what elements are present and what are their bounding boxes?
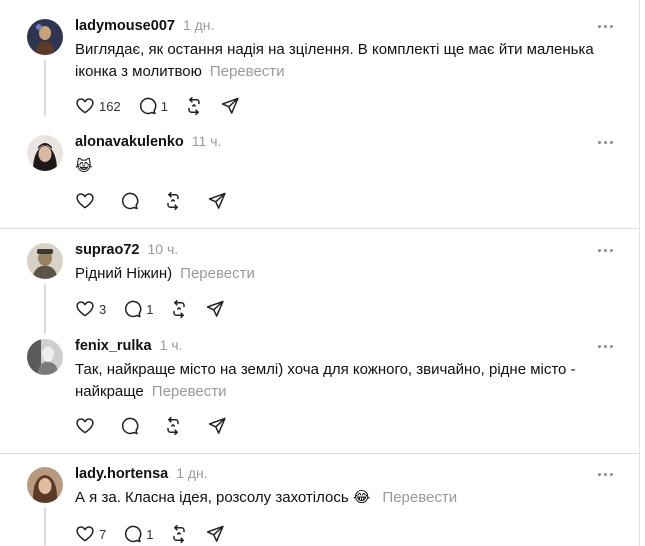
share-button[interactable] xyxy=(205,524,225,544)
post-body: Виглядає, як остання надія на зцілення. … xyxy=(75,41,594,80)
more-icon[interactable] xyxy=(598,245,616,255)
repost-icon xyxy=(173,299,186,319)
heart-icon xyxy=(76,418,94,434)
repost-button[interactable] xyxy=(169,524,189,544)
share-button[interactable] xyxy=(205,299,225,319)
timestamp[interactable]: 1 дн. xyxy=(176,465,207,481)
heart-icon xyxy=(76,526,94,542)
username[interactable]: lady.hortensa xyxy=(75,466,168,482)
post-text: Так, найкраще місто на землі) хоча для к… xyxy=(75,359,595,403)
share-icon xyxy=(221,97,239,114)
reply-button[interactable]: 1 xyxy=(137,96,168,116)
more-icon[interactable] xyxy=(598,137,616,147)
reply-button[interactable]: 1 xyxy=(122,524,153,544)
reply-count: 1 xyxy=(160,98,168,114)
thread-line xyxy=(44,508,46,546)
timestamp[interactable]: 1 ч. xyxy=(160,337,183,353)
thread-line xyxy=(44,284,46,334)
like-count: 7 xyxy=(99,526,107,542)
heart-icon xyxy=(76,301,94,317)
comment-icon xyxy=(125,300,142,318)
reply-count: 1 xyxy=(146,526,154,542)
thread-line xyxy=(44,60,46,116)
avatar[interactable] xyxy=(27,467,63,503)
repost-button[interactable] xyxy=(169,299,189,319)
repost-icon xyxy=(167,191,179,211)
repost-button[interactable] xyxy=(163,191,183,211)
comment-icon xyxy=(121,192,139,210)
comment-icon xyxy=(139,97,157,115)
translate-link[interactable]: Перевести xyxy=(382,489,457,506)
post-header: alonavakulenko 11 ч. xyxy=(75,133,221,153)
username[interactable]: alonavakulenko xyxy=(75,134,184,150)
reply-count: 1 xyxy=(146,301,154,317)
thread-divider xyxy=(0,453,640,454)
action-bar xyxy=(75,189,243,213)
action-bar: 162 1 xyxy=(75,94,256,118)
more-icon[interactable] xyxy=(598,21,616,31)
post-body: Так, найкраще місто на землі) хоча для к… xyxy=(75,361,576,400)
post-header: ladymouse007 1 дн. xyxy=(75,17,214,37)
more-icon[interactable] xyxy=(598,341,616,351)
share-icon xyxy=(208,417,226,434)
reply-button[interactable] xyxy=(119,416,139,436)
post-text: Рідний Ніжин) Перевести xyxy=(75,263,620,285)
like-button[interactable]: 3 xyxy=(75,299,106,319)
avatar[interactable] xyxy=(27,243,63,279)
repost-button[interactable] xyxy=(184,96,204,116)
thread-divider xyxy=(0,228,640,229)
post-header: fenix_rulka 1 ч. xyxy=(75,337,182,357)
username[interactable]: suprao72 xyxy=(75,242,139,258)
post-body: 😹 xyxy=(75,157,93,175)
heart-icon xyxy=(76,193,94,209)
username[interactable]: ladymouse007 xyxy=(75,18,175,34)
translate-link[interactable]: Перевести xyxy=(210,63,285,80)
comment-icon xyxy=(125,525,142,543)
share-icon xyxy=(207,300,225,317)
share-button[interactable] xyxy=(207,416,227,436)
timestamp[interactable]: 1 дн. xyxy=(183,17,214,33)
timestamp[interactable]: 11 ч. xyxy=(192,133,222,149)
translate-link[interactable]: Перевести xyxy=(152,383,227,400)
like-button[interactable] xyxy=(75,191,95,211)
post-body: Рідний Ніжин) xyxy=(75,265,173,282)
heart-icon xyxy=(76,98,94,114)
action-bar: 7 1 xyxy=(75,522,241,546)
comment-icon xyxy=(121,417,139,435)
avatar[interactable] xyxy=(27,339,63,375)
thread-replies-panel: ladymouse007 1 дн. Виглядає, як остання … xyxy=(0,0,640,546)
post-header: suprao72 10 ч. xyxy=(75,241,178,261)
like-count: 162 xyxy=(99,98,121,114)
repost-icon xyxy=(167,416,179,436)
post-header: lady.hortensa 1 дн. xyxy=(75,465,208,485)
translate-link[interactable]: Перевести xyxy=(180,265,255,282)
repost-icon xyxy=(173,524,186,544)
repost-icon xyxy=(188,96,200,116)
reply-button[interactable] xyxy=(119,191,139,211)
timestamp[interactable]: 10 ч. xyxy=(147,241,178,257)
repost-button[interactable] xyxy=(163,416,183,436)
share-icon xyxy=(207,525,225,542)
action-bar xyxy=(75,414,243,438)
share-button[interactable] xyxy=(207,191,227,211)
like-button[interactable]: 162 xyxy=(75,96,121,116)
share-icon xyxy=(208,192,226,209)
post-body: А я за. Класна ідея, розсолу захотілось … xyxy=(75,489,371,506)
share-button[interactable] xyxy=(220,96,240,116)
avatar[interactable] xyxy=(27,135,63,171)
avatar[interactable] xyxy=(27,19,63,55)
like-button[interactable] xyxy=(75,416,95,436)
post-text: 😹 xyxy=(75,155,620,178)
post-text: Виглядає, як остання надія на зцілення. … xyxy=(75,39,620,83)
like-button[interactable]: 7 xyxy=(75,524,106,544)
post-text: А я за. Класна ідея, розсолу захотілось … xyxy=(75,487,620,509)
username[interactable]: fenix_rulka xyxy=(75,338,152,354)
like-count: 3 xyxy=(99,301,107,317)
more-icon[interactable] xyxy=(598,469,616,479)
reply-button[interactable]: 1 xyxy=(122,299,153,319)
action-bar: 3 1 xyxy=(75,297,241,321)
